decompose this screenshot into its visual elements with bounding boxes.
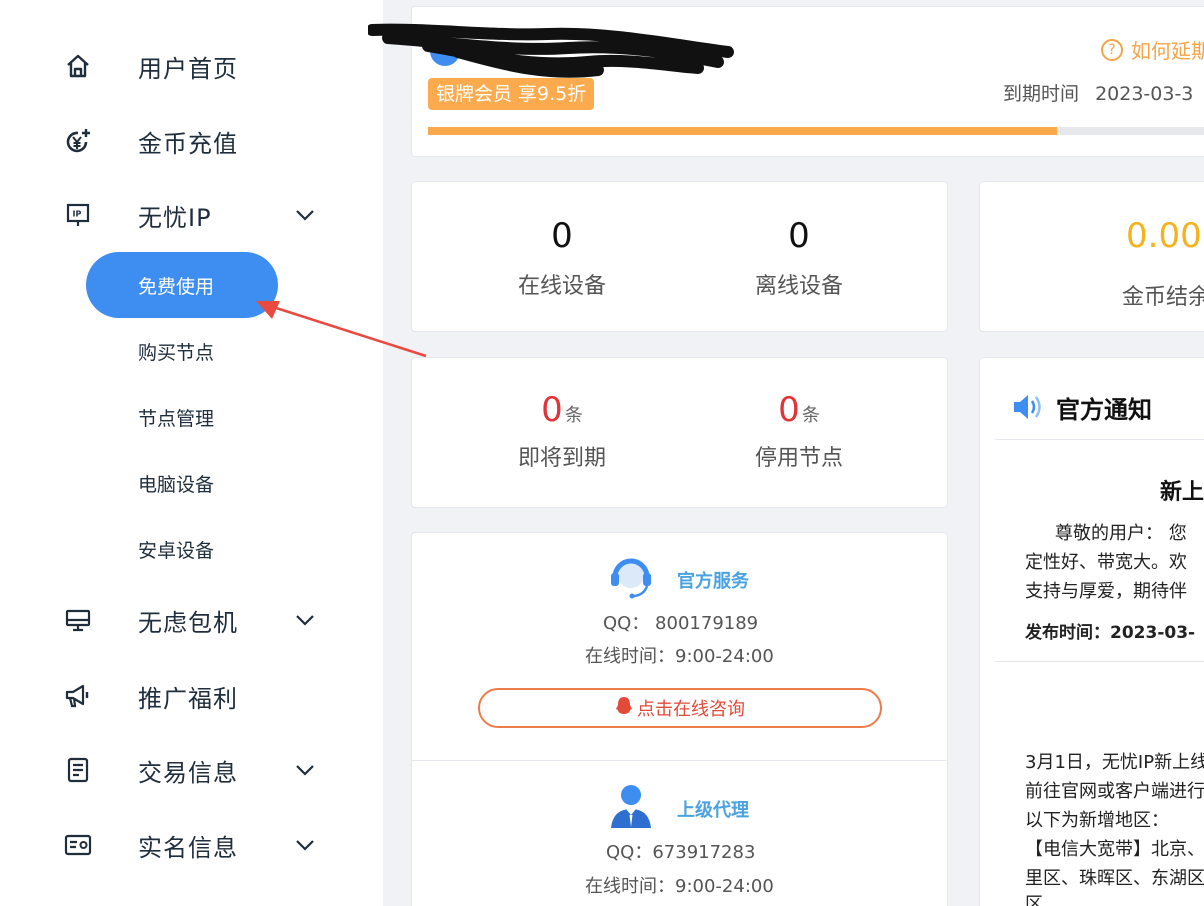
ip-icon: IP (64, 201, 92, 229)
monitor-icon (64, 606, 92, 634)
online-consult-button[interactable]: 点击在线咨询 (478, 688, 882, 728)
offline-devices-label: 离线设备 (754, 274, 843, 299)
agent-service-title: 上级代理 (677, 800, 749, 821)
official-service-qq: QQ： 800179189 (603, 613, 759, 634)
online-devices-label: 在线设备 (517, 274, 606, 299)
service-divider (412, 760, 947, 761)
notice-text-line: 以下为新增地区： (1025, 810, 1169, 831)
qq-icon (615, 696, 633, 721)
renew-link[interactable]: ? 如何延期 (1101, 35, 1204, 64)
agent-icon (609, 783, 653, 833)
chevron-down-icon (294, 609, 316, 631)
sidebar-item-label: 用户首页 (138, 54, 238, 83)
coin-balance: 0.00币 (1126, 216, 1204, 256)
notice-text-line: 尊敬的用户： 您 (1055, 523, 1187, 544)
notice-heading: 新上 (1160, 480, 1204, 505)
sidebar-item-label: 金币充值 (138, 129, 238, 158)
sidebar: 用户首页 金币充值 IP 无忧IP 免费使用 购买节点 节点管理 电脑设备 安卓… (0, 0, 383, 906)
sidebar-subitem-label: 电脑设备 (138, 473, 215, 496)
agent-service-hours: 在线时间：9:00-24:00 (585, 876, 774, 897)
sidebar-subitem-label: 购买节点 (138, 341, 215, 364)
sidebar-item-label: 推广福利 (138, 684, 238, 713)
coin-balance-value: 0.00 (1126, 216, 1202, 256)
coin-balance-card: 0.00币 金币结余 (979, 181, 1204, 332)
member-level-badge: 银牌会员 享9.5折 (428, 78, 595, 110)
expiring-nodes-stat[interactable]: 0条 即将到期 (442, 390, 682, 472)
offline-devices-value: 0 (788, 216, 810, 256)
notice-text-line: 区 (1025, 894, 1043, 906)
disabled-nodes-stat[interactable]: 0条 停用节点 (679, 390, 919, 472)
official-service-title: 官方服务 (677, 571, 749, 592)
notice-text-line: 定性好、带宽大。欢 (1025, 552, 1187, 573)
coin-balance-label: 金币结余 (1122, 285, 1204, 310)
speaker-icon (1012, 392, 1046, 426)
sidebar-item-label: 交易信息 (138, 758, 238, 787)
node-stats-card: 0条 即将到期 0条 停用节点 (411, 357, 948, 508)
sidebar-subitem-pc-devices[interactable]: 电脑设备 (86, 450, 278, 516)
id-card-icon (64, 831, 92, 859)
notice-publish-time: 发布时间：2023-03- (1025, 623, 1196, 643)
sidebar-item-real-name[interactable]: 实名信息 (0, 815, 383, 875)
sidebar-item-recharge[interactable]: 金币充值 (0, 111, 383, 171)
sidebar-subitem-label: 免费使用 (138, 275, 215, 298)
agent-service-qq: QQ：673917283 (606, 842, 756, 863)
annotation-arrow (256, 301, 427, 358)
membership-progress-fill (428, 127, 1057, 135)
expire-label: 到期时间 (1003, 83, 1080, 105)
sidebar-subitem-label: 安卓设备 (138, 539, 215, 562)
sidebar-subitem-android-devices[interactable]: 安卓设备 (86, 516, 278, 582)
notice-text-line: 前往官网或客户端进行 (1025, 781, 1204, 802)
chevron-down-icon (294, 834, 316, 856)
device-stats-card: 0 在线设备 0 离线设备 (411, 181, 948, 332)
expire-value: 2023-03-3 (1095, 83, 1194, 105)
sidebar-item-label: 无忧IP (138, 203, 212, 232)
notice-title: 官方通知 (1056, 396, 1152, 424)
sidebar-item-wuyou-ip[interactable]: IP 无忧IP (0, 185, 383, 245)
document-icon (64, 756, 92, 784)
coin-recharge-icon (64, 127, 92, 155)
expire-time: 到期时间 2023-03-3 (1003, 79, 1193, 106)
sidebar-item-dedicated[interactable]: 无虑包机 (0, 590, 383, 650)
sidebar-subitem-label: 节点管理 (138, 407, 215, 430)
sidebar-item-promotion[interactable]: 推广福利 (0, 666, 383, 726)
disabled-nodes-unit: 条 (801, 405, 820, 426)
expiring-nodes-label: 即将到期 (517, 446, 606, 471)
megaphone-icon (64, 682, 92, 710)
online-consult-label: 点击在线咨询 (637, 699, 745, 720)
offline-devices-stat[interactable]: 0 离线设备 (679, 216, 919, 300)
disabled-nodes-label: 停用节点 (754, 446, 843, 471)
home-icon (64, 52, 92, 80)
help-circle-icon: ? (1101, 38, 1123, 61)
notice-text-line: 支持与厚爱，期待伴 (1025, 581, 1187, 602)
notice-divider (995, 661, 1204, 662)
online-devices-value: 0 (551, 216, 573, 256)
disabled-nodes-value: 0 (778, 390, 800, 430)
notice-text-line: 里区、珠晖区、东湖区 (1025, 868, 1204, 889)
membership-progress (428, 127, 1204, 135)
notice-text-line: 【电信大宽带】北京、 (1025, 839, 1204, 860)
sidebar-item-home[interactable]: 用户首页 (0, 36, 383, 96)
notice-divider (995, 439, 1204, 440)
chevron-down-icon (294, 204, 316, 226)
online-devices-stat[interactable]: 0 在线设备 (442, 216, 682, 300)
notice-text-line: 3月1日，无忧IP新上线 (1025, 752, 1204, 773)
customer-service-icon (606, 553, 656, 605)
redacted-username (368, 23, 734, 78)
svg-text:IP: IP (73, 210, 82, 219)
sidebar-item-label: 无虑包机 (138, 608, 238, 637)
renew-link-label: 如何延期 (1131, 39, 1204, 63)
expiring-nodes-unit: 条 (564, 405, 583, 426)
chevron-down-icon (294, 759, 316, 781)
official-service-hours: 在线时间：9:00-24:00 (585, 646, 774, 667)
sidebar-item-transactions[interactable]: 交易信息 (0, 740, 383, 800)
sidebar-subitem-node-management[interactable]: 节点管理 (86, 384, 278, 450)
expiring-nodes-value: 0 (541, 390, 563, 430)
sidebar-item-label: 实名信息 (138, 833, 238, 862)
